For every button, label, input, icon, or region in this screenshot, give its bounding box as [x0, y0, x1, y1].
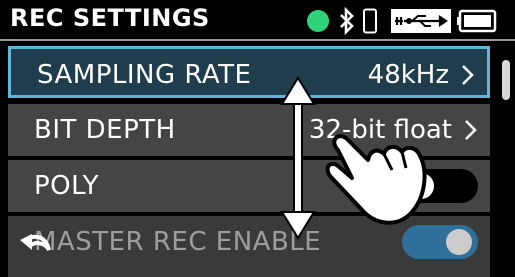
- menu-item-bit-depth[interactable]: BIT DEPTH 32-bit float: [8, 104, 490, 156]
- menu-item-value: 32-bit float: [308, 115, 452, 145]
- menu-item-label: BIT DEPTH: [34, 115, 176, 145]
- menu-item-label: MASTER REC ENABLE: [34, 227, 322, 257]
- menu-item-master-rec-enable[interactable]: MASTER REC ENABLE: [8, 216, 490, 277]
- header: REC SETTINGS: [0, 0, 515, 41]
- page-title: REC SETTINGS: [10, 4, 210, 32]
- menu-item-sampling-rate[interactable]: SAMPLING RATE 48kHz: [8, 46, 490, 98]
- chevron-right-icon: [462, 65, 474, 85]
- back-arrow-icon[interactable]: [16, 226, 54, 264]
- chevron-right-icon: [465, 120, 477, 140]
- toggle-knob: [408, 173, 434, 199]
- menu-item-poly[interactable]: POLY: [8, 160, 490, 212]
- menu-item-value: 48kHz: [367, 60, 449, 90]
- scrollbar-thumb[interactable]: [502, 60, 510, 100]
- usb-power-icon: [391, 9, 451, 33]
- vertical-double-arrow-icon: [280, 76, 316, 240]
- header-divider: [0, 39, 515, 41]
- master-rec-enable-toggle[interactable]: [402, 225, 478, 259]
- device-screen: REC SETTINGS SAMPLING RATE 48kHz BIT DEP…: [0, 0, 515, 277]
- battery-icon: [457, 9, 497, 33]
- menu-item-label: SAMPLING RATE: [37, 60, 252, 90]
- status-dot: [307, 10, 329, 32]
- poly-toggle[interactable]: [402, 169, 478, 203]
- menu-item-label: POLY: [34, 171, 100, 201]
- toggle-knob: [446, 229, 472, 255]
- bluetooth-icon: [340, 7, 354, 35]
- phone-icon: [363, 8, 377, 34]
